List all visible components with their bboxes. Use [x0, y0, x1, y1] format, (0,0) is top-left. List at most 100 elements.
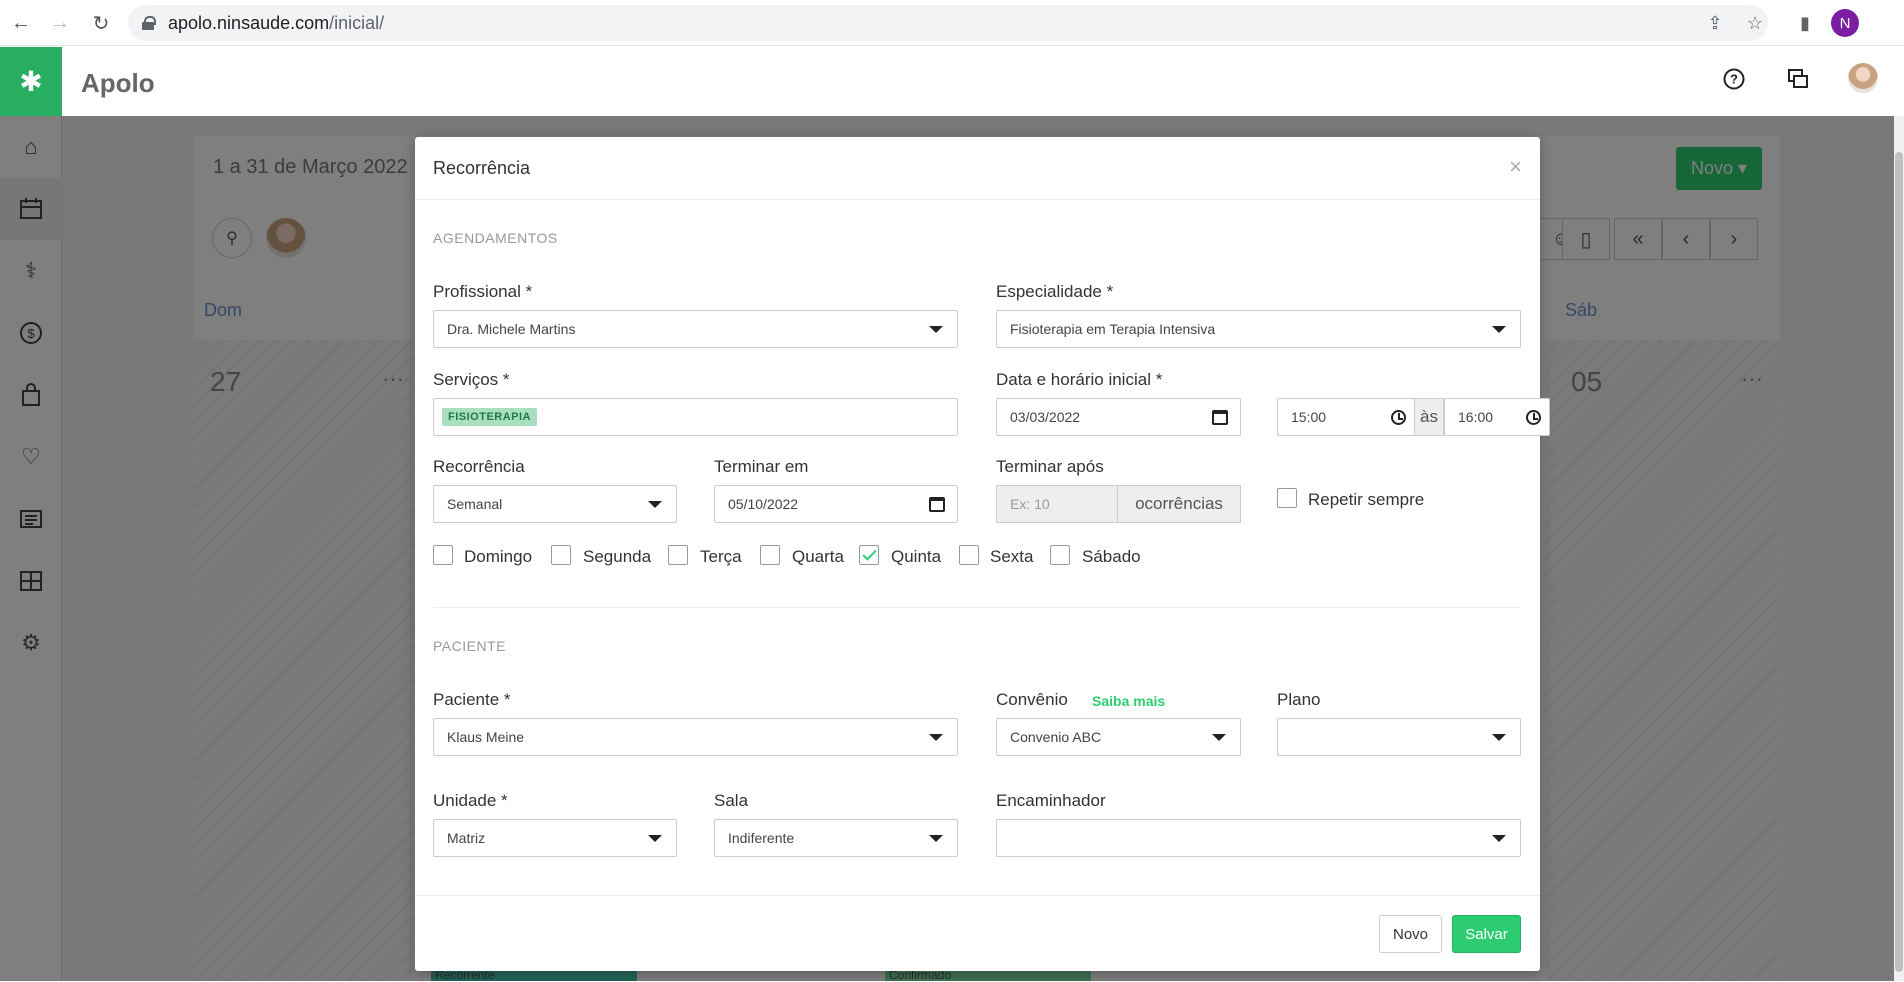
- weekday-checkbox-sabado[interactable]: [1050, 545, 1070, 565]
- weekday-checkbox-terca[interactable]: [668, 545, 688, 565]
- weekday-label[interactable]: Quarta: [792, 547, 844, 567]
- weekday-label[interactable]: Segunda: [583, 547, 651, 567]
- repeat-always-checkbox[interactable]: [1277, 488, 1297, 508]
- chat-icon[interactable]: [1783, 64, 1813, 94]
- unit-value: Matriz: [447, 830, 486, 846]
- end-on-date-value: 05/10/2022: [728, 496, 799, 512]
- end-on-date-input[interactable]: 05/10/2022: [714, 485, 958, 523]
- close-icon[interactable]: ×: [1509, 154, 1522, 180]
- browser-toolbar: ← → ↻ apolo.ninsaude.com/inicial/ ⇪ ☆ ▮ …: [0, 0, 1904, 46]
- forward-icon[interactable]: →: [47, 10, 73, 36]
- recurrence-modal: Recorrência × AGENDAMENTOS Profissional …: [415, 137, 1550, 971]
- patient-label: Paciente *: [433, 690, 511, 709]
- bookmark-star-icon[interactable]: ☆: [1742, 10, 1768, 36]
- weekday-checkbox-quinta[interactable]: [859, 545, 879, 565]
- insurance-select[interactable]: Convenio ABC: [996, 718, 1241, 756]
- svg-text:?: ?: [1730, 72, 1738, 87]
- referrer-select[interactable]: [996, 819, 1521, 857]
- learn-more-link[interactable]: Saiba mais: [1092, 693, 1165, 709]
- app-logo-icon[interactable]: ✱: [0, 47, 62, 116]
- chevron-down-icon: [1492, 326, 1506, 333]
- professional-value: Dra. Michele Martins: [447, 321, 576, 337]
- room-label: Sala: [714, 791, 749, 810]
- share-icon[interactable]: ⇪: [1702, 10, 1728, 36]
- chevron-down-icon: [1212, 734, 1226, 741]
- weekday-label[interactable]: Domingo: [464, 547, 532, 567]
- professional-select[interactable]: Dra. Michele Martins: [433, 310, 958, 348]
- occurrences-addon: ocorrências: [1117, 485, 1241, 523]
- patient-select[interactable]: Klaus Meine: [433, 718, 958, 756]
- weekday-label[interactable]: Sábado: [1082, 547, 1141, 567]
- chevron-down-icon: [929, 734, 943, 741]
- end-time-input[interactable]: 16:00: [1444, 398, 1550, 436]
- referrer-label: Encaminhador: [996, 791, 1106, 810]
- modal-header: Recorrência ×: [415, 137, 1540, 200]
- unit-label: Unidade *: [433, 791, 508, 810]
- save-button[interactable]: Salvar: [1452, 915, 1521, 953]
- app-title: Apolo: [81, 68, 155, 98]
- professional-label: Profissional *: [433, 282, 533, 301]
- start-time-input[interactable]: 15:00: [1277, 398, 1415, 436]
- page-scrollbar[interactable]: [1894, 116, 1904, 981]
- recurrence-select[interactable]: Semanal: [433, 485, 677, 523]
- end-after-placeholder: Ex: 10: [1010, 496, 1050, 512]
- specialty-select[interactable]: Fisioterapia em Terapia Intensiva: [996, 310, 1521, 348]
- calendar-picker-icon[interactable]: [929, 497, 945, 512]
- chevron-down-icon: [1492, 835, 1506, 842]
- clock-icon[interactable]: [1391, 410, 1406, 425]
- clock-icon[interactable]: [1526, 410, 1541, 425]
- address-bar[interactable]: apolo.ninsaude.com/inicial/: [128, 5, 1768, 41]
- start-date-value: 03/03/2022: [1010, 409, 1081, 425]
- end-on-label: Terminar em: [714, 457, 809, 476]
- weekday-label[interactable]: Quinta: [891, 547, 941, 567]
- chevron-down-icon: [648, 501, 662, 508]
- side-panel-icon[interactable]: ▮: [1792, 10, 1818, 36]
- weekday-checkbox-sexta[interactable]: [959, 545, 979, 565]
- reload-icon[interactable]: ↻: [88, 10, 114, 36]
- room-select[interactable]: Indiferente: [714, 819, 958, 857]
- modal-title: Recorrência: [433, 158, 531, 178]
- chevron-down-icon: [648, 835, 662, 842]
- end-after-input[interactable]: Ex: 10: [996, 485, 1118, 523]
- services-label: Serviços *: [433, 370, 510, 389]
- recurrence-label: Recorrência: [433, 457, 525, 476]
- scrollbar-thumb[interactable]: [1895, 152, 1903, 972]
- back-icon[interactable]: ←: [8, 10, 34, 36]
- section-divider: [433, 607, 1520, 608]
- room-value: Indiferente: [728, 830, 795, 846]
- plan-select[interactable]: [1277, 718, 1521, 756]
- chevron-down-icon: [929, 835, 943, 842]
- start-datetime-label: Data e horário inicial *: [996, 370, 1163, 389]
- recurrence-value: Semanal: [447, 496, 503, 512]
- end-time-value: 16:00: [1458, 409, 1494, 425]
- modal-footer-divider: [415, 895, 1540, 896]
- help-icon[interactable]: ?: [1719, 64, 1749, 94]
- service-tag[interactable]: FISIOTERAPIA: [442, 408, 538, 426]
- weekday-checkbox-domingo[interactable]: [433, 545, 453, 565]
- lock-icon: [142, 16, 156, 30]
- app-header: [0, 47, 1904, 116]
- services-input[interactable]: FISIOTERAPIA: [433, 398, 958, 436]
- url-path: /inicial/: [329, 12, 385, 33]
- calendar-picker-icon[interactable]: [1212, 410, 1228, 425]
- start-date-input[interactable]: 03/03/2022: [996, 398, 1241, 436]
- user-avatar[interactable]: [1848, 63, 1878, 93]
- weekday-label[interactable]: Terça: [700, 547, 742, 567]
- new-button[interactable]: Novo: [1379, 915, 1442, 953]
- browser-profile-avatar[interactable]: N: [1831, 9, 1859, 37]
- start-time-value: 15:00: [1291, 409, 1327, 425]
- patient-value: Klaus Meine: [447, 729, 525, 745]
- insurance-label: Convênio: [996, 690, 1068, 709]
- specialty-value: Fisioterapia em Terapia Intensiva: [1010, 321, 1216, 337]
- repeat-always-label[interactable]: Repetir sempre: [1308, 490, 1424, 510]
- weekday-label[interactable]: Sexta: [990, 547, 1033, 567]
- url-host: apolo.ninsaude.com: [168, 12, 330, 33]
- section-patient: PACIENTE: [433, 638, 506, 654]
- specialty-label: Especialidade *: [996, 282, 1114, 301]
- insurance-value: Convenio ABC: [1010, 729, 1102, 745]
- unit-select[interactable]: Matriz: [433, 819, 677, 857]
- weekday-checkbox-segunda[interactable]: [551, 545, 571, 565]
- time-separator: às: [1414, 398, 1444, 436]
- weekday-checkbox-quarta[interactable]: [760, 545, 780, 565]
- chevron-down-icon: [1492, 734, 1506, 741]
